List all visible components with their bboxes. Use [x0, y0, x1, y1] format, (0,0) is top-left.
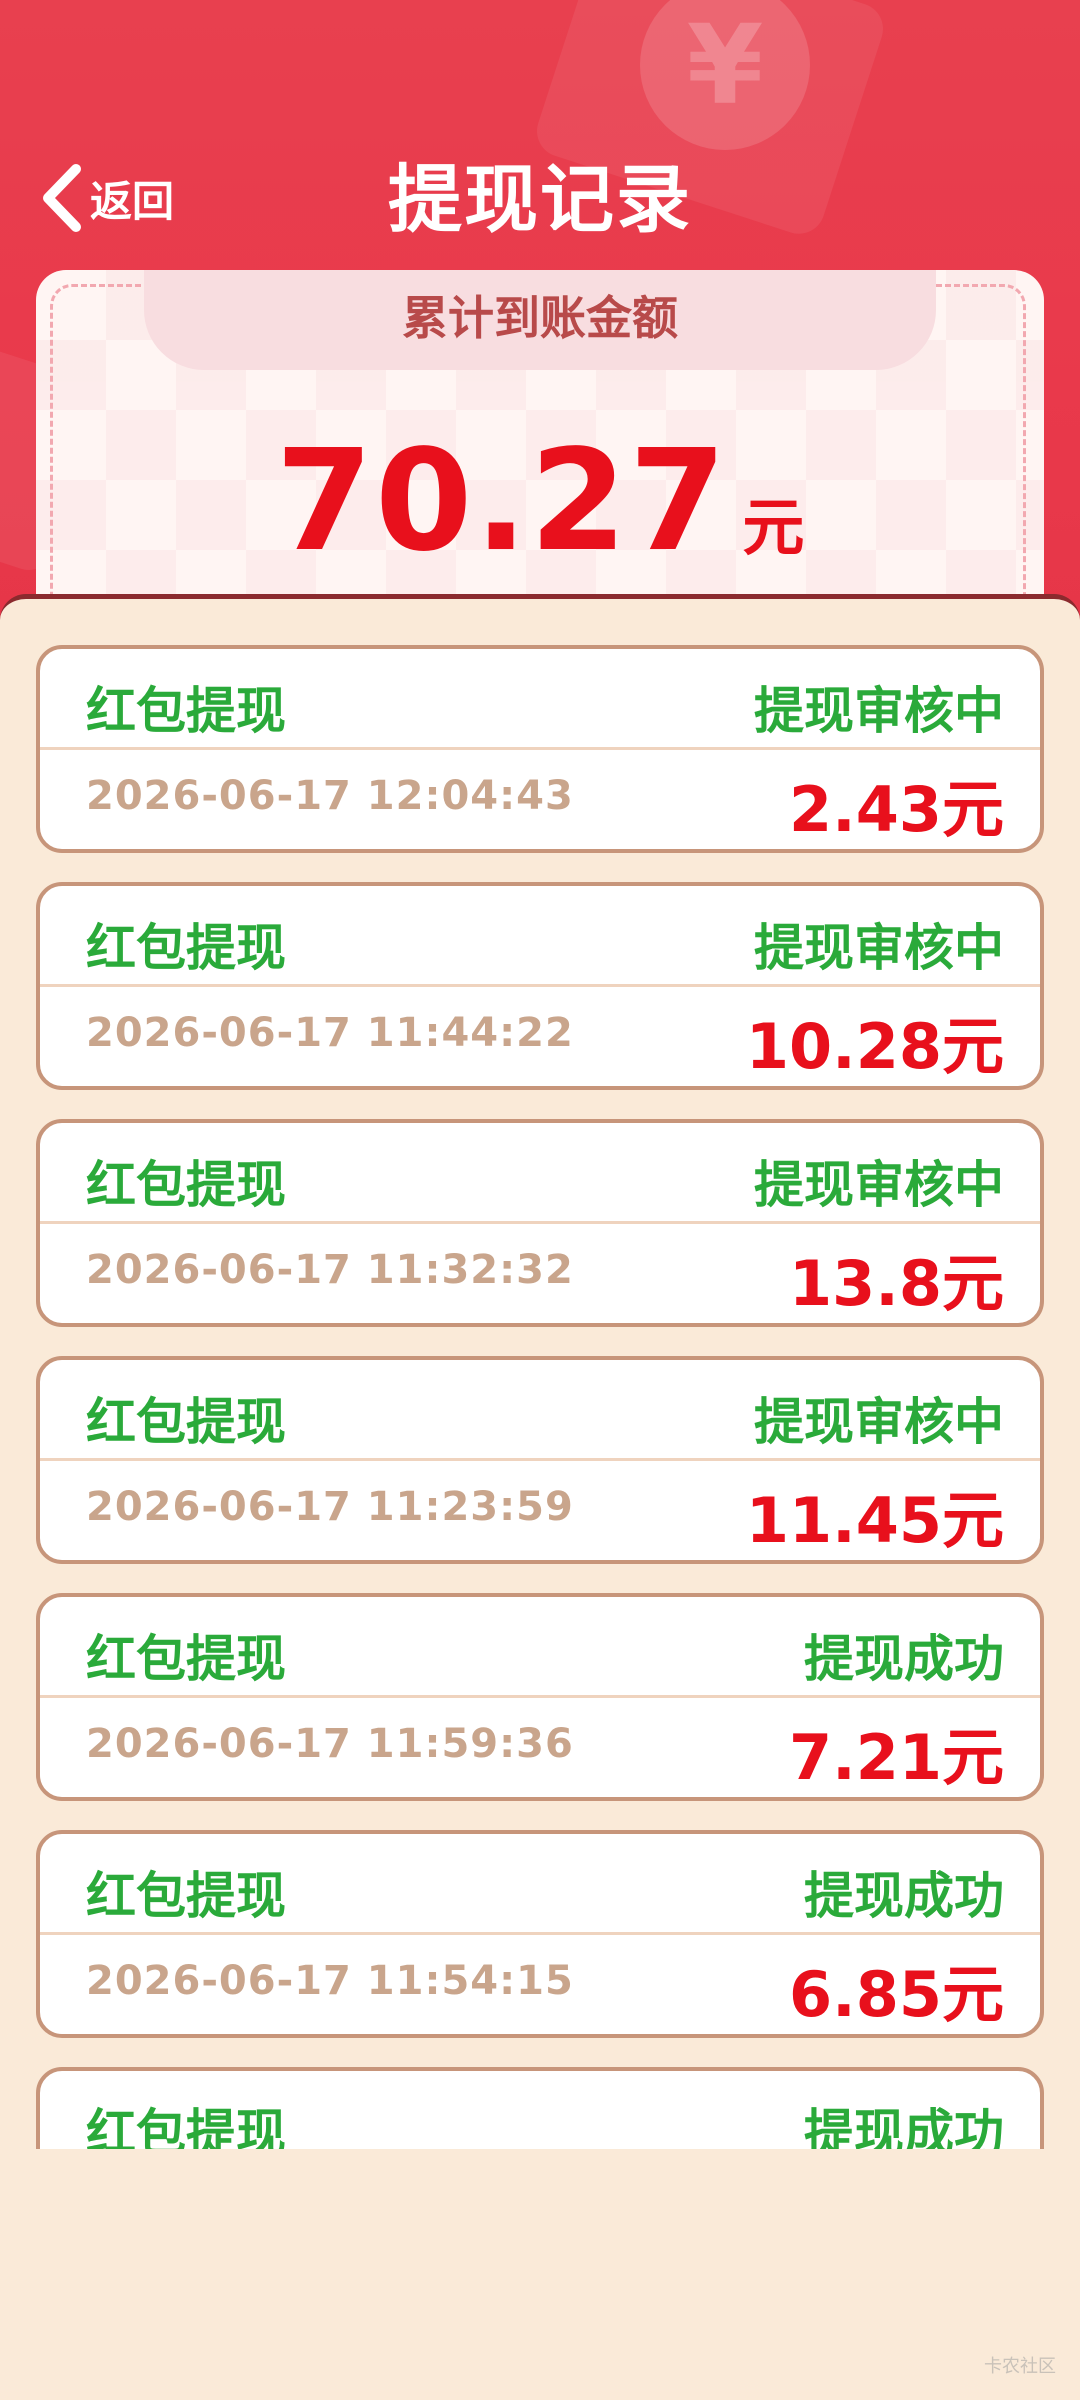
records-list[interactable]: 红包提现 提现审核中 2026-06-17 12:04:43 2.43元 红包提… — [0, 637, 1080, 2149]
record-status: 提现成功 — [804, 2104, 1004, 2149]
record-time: 2026-06-17 11:59:36 — [86, 1721, 574, 1767]
total-amount-value: 70.27 — [275, 420, 729, 583]
record-divider — [40, 747, 1040, 750]
record-divider — [40, 984, 1040, 987]
record-amount: 2.43元 — [789, 773, 1004, 846]
record-amount: 10.28元 — [745, 1010, 1004, 1083]
record-time: 2026-06-17 11:54:15 — [86, 1958, 574, 2004]
record-time: 2026-06-17 12:04:43 — [86, 773, 574, 819]
record-item[interactable]: 红包提现 提现成功 2026-06-17 11:59:36 7.21元 — [36, 1593, 1044, 1801]
record-divider — [40, 1458, 1040, 1461]
record-divider — [40, 1221, 1040, 1224]
record-type: 红包提现 — [86, 1156, 286, 1214]
record-divider — [40, 1695, 1040, 1698]
record-type: 红包提现 — [86, 682, 286, 740]
record-status: 提现审核中 — [754, 1393, 1004, 1451]
records-panel: 红包提现 提现审核中 2026-06-17 12:04:43 2.43元 红包提… — [0, 594, 1080, 2400]
record-item[interactable]: 红包提现 提现审核中 2026-06-17 11:32:32 13.8元 — [36, 1119, 1044, 1327]
record-type: 红包提现 — [86, 2104, 286, 2149]
record-status: 提现成功 — [804, 1630, 1004, 1688]
record-divider — [40, 1932, 1040, 1935]
page-title: 提现记录 — [388, 157, 692, 243]
record-item[interactable]: 红包提现 提现审核中 2026-06-17 11:23:59 11.45元 — [36, 1356, 1044, 1564]
record-type: 红包提现 — [86, 1867, 286, 1925]
record-status: 提现成功 — [804, 1867, 1004, 1925]
record-status: 提现审核中 — [754, 919, 1004, 977]
record-item[interactable]: 红包提现 提现成功 2026-06-17 11:54:15 6.85元 — [36, 1830, 1044, 2038]
record-item[interactable]: 红包提现 提现审核中 2026-06-17 11:44:22 10.28元 — [36, 882, 1044, 1090]
record-amount: 13.8元 — [789, 1247, 1004, 1320]
record-item[interactable]: 红包提现 提现审核中 2026-06-17 12:04:43 2.43元 — [36, 645, 1044, 853]
record-type: 红包提现 — [86, 1393, 286, 1451]
record-time: 2026-06-17 11:23:59 — [86, 1484, 574, 1530]
record-amount: 7.21元 — [789, 1721, 1004, 1794]
record-amount: 6.85元 — [789, 1958, 1004, 2031]
watermark: 卡农社区 — [984, 2356, 1056, 2377]
record-time: 2026-06-17 11:44:22 — [86, 1010, 574, 1056]
record-time: 2026-06-17 11:32:32 — [86, 1247, 574, 1293]
record-item[interactable]: 红包提现 提现成功 — [36, 2067, 1044, 2149]
yen-coin-icon: ¥ — [640, 0, 810, 150]
record-status: 提现审核中 — [754, 1156, 1004, 1214]
total-label: 累计到账金额 — [144, 270, 936, 370]
record-type: 红包提现 — [86, 1630, 286, 1688]
total-amount-unit: 元 — [742, 491, 805, 564]
record-type: 红包提现 — [86, 919, 286, 977]
record-amount: 11.45元 — [745, 1484, 1004, 1557]
total-amount-row: 70.27 元 — [36, 420, 1044, 583]
record-status: 提现审核中 — [754, 682, 1004, 740]
